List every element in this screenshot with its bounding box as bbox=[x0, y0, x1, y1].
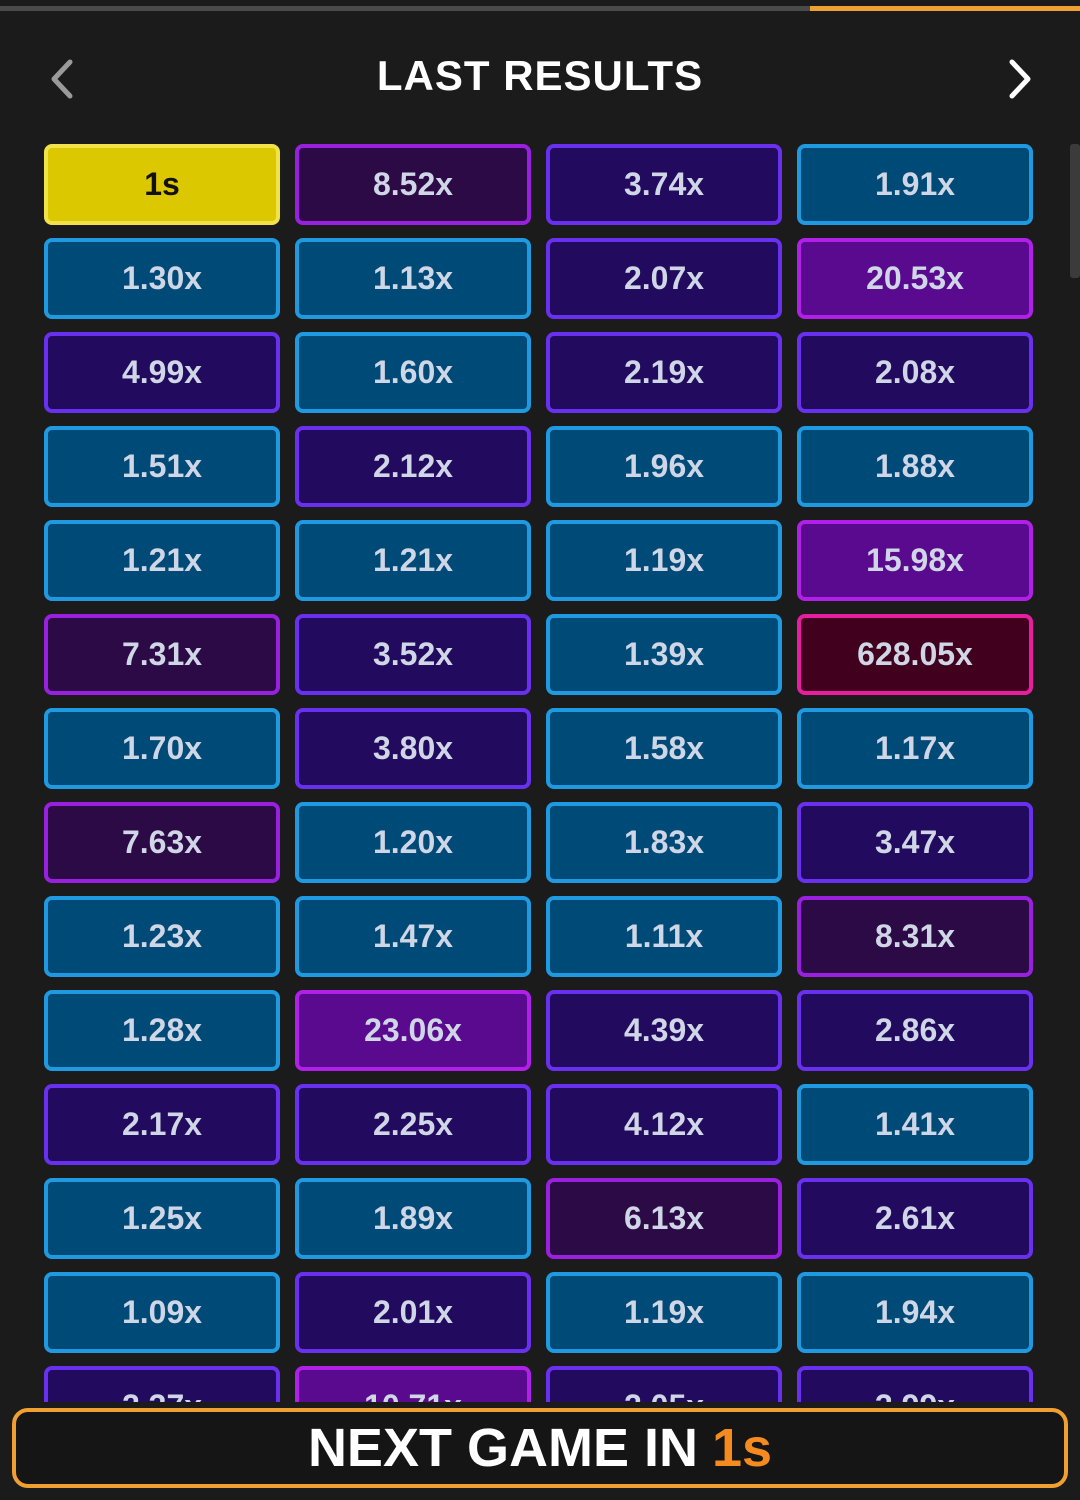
result-cell[interactable]: 1.47x bbox=[295, 896, 531, 977]
result-cell[interactable]: 3.99x bbox=[797, 1366, 1033, 1402]
result-cell[interactable]: 1.19x bbox=[546, 520, 782, 601]
result-cell[interactable]: 2.05x bbox=[546, 1366, 782, 1402]
result-cell[interactable]: 1.20x bbox=[295, 802, 531, 883]
result-cell[interactable]: 1.17x bbox=[797, 708, 1033, 789]
result-cell[interactable]: 1.91x bbox=[797, 144, 1033, 225]
result-cell[interactable]: 1.30x bbox=[44, 238, 280, 319]
scrollbar[interactable] bbox=[1070, 144, 1080, 278]
result-cell[interactable]: 2.12x bbox=[295, 426, 531, 507]
result-cell[interactable]: 8.31x bbox=[797, 896, 1033, 977]
results-grid-viewport[interactable]: 1s 8.52x 3.74x 1.91x 1.30x 1.13x 2.07x 20.53x 4.… bbox=[44, 144, 1038, 1402]
result-cell[interactable]: 1.83x bbox=[546, 802, 782, 883]
result-cell[interactable]: 3.80x bbox=[295, 708, 531, 789]
result-cell[interactable]: 1.09x bbox=[44, 1272, 280, 1353]
result-cell[interactable]: 628.05x bbox=[797, 614, 1033, 695]
result-cell[interactable]: 1.41x bbox=[797, 1084, 1033, 1165]
last-results-screen: LAST RESULTS 1s 8.52x 3.74x 1.91x 1.30x 1.13x… bbox=[0, 0, 1080, 1500]
result-cell[interactable]: 1.21x bbox=[295, 520, 531, 601]
page-title: LAST RESULTS bbox=[376, 52, 704, 99]
result-cell[interactable]: 2.17x bbox=[44, 1084, 280, 1165]
result-cell[interactable]: 1s bbox=[44, 144, 280, 225]
result-cell[interactable]: 10.71x bbox=[295, 1366, 531, 1402]
result-cell[interactable]: 2.61x bbox=[797, 1178, 1033, 1259]
chevron-right-icon[interactable] bbox=[1000, 54, 1040, 104]
result-cell[interactable]: 8.52x bbox=[295, 144, 531, 225]
result-cell[interactable]: 4.12x bbox=[546, 1084, 782, 1165]
next-game-banner: NEXT GAME IN 1s bbox=[12, 1408, 1068, 1488]
result-cell[interactable]: 2.08x bbox=[797, 332, 1033, 413]
next-game-countdown: 1s bbox=[711, 1418, 773, 1478]
result-cell[interactable]: 1.21x bbox=[44, 520, 280, 601]
result-cell[interactable]: 1.88x bbox=[797, 426, 1033, 507]
results-grid: 1s 8.52x 3.74x 1.91x 1.30x 1.13x 2.07x 20.53x 4.… bbox=[44, 144, 1038, 1402]
result-cell[interactable]: 20.53x bbox=[797, 238, 1033, 319]
result-cell[interactable]: 1.94x bbox=[797, 1272, 1033, 1353]
result-cell[interactable]: 3.52x bbox=[295, 614, 531, 695]
result-cell[interactable]: 2.01x bbox=[295, 1272, 531, 1353]
result-cell[interactable]: 2.25x bbox=[295, 1084, 531, 1165]
result-cell[interactable]: 1.19x bbox=[546, 1272, 782, 1353]
result-cell[interactable]: 3.74x bbox=[546, 144, 782, 225]
result-cell[interactable]: 15.98x bbox=[797, 520, 1033, 601]
bottom-bar: NEXT GAME IN 1s bbox=[0, 1404, 1080, 1500]
result-cell[interactable]: 1.51x bbox=[44, 426, 280, 507]
result-cell[interactable]: 4.99x bbox=[44, 332, 280, 413]
result-cell[interactable]: 1.13x bbox=[295, 238, 531, 319]
result-cell[interactable]: 1.11x bbox=[546, 896, 782, 977]
next-game-label: NEXT GAME IN bbox=[307, 1418, 698, 1478]
result-cell[interactable]: 2.37x bbox=[44, 1366, 280, 1402]
result-cell[interactable]: 2.07x bbox=[546, 238, 782, 319]
result-cell[interactable]: 2.19x bbox=[546, 332, 782, 413]
result-cell[interactable]: 4.39x bbox=[546, 990, 782, 1071]
result-cell[interactable]: 3.47x bbox=[797, 802, 1033, 883]
result-cell[interactable]: 1.96x bbox=[546, 426, 782, 507]
result-cell[interactable]: 1.89x bbox=[295, 1178, 531, 1259]
result-cell[interactable]: 2.86x bbox=[797, 990, 1033, 1071]
header: LAST RESULTS bbox=[0, 40, 1080, 120]
result-cell[interactable]: 7.31x bbox=[44, 614, 280, 695]
round-progress-fill bbox=[810, 6, 1080, 11]
result-cell[interactable]: 1.28x bbox=[44, 990, 280, 1071]
result-cell[interactable]: 6.13x bbox=[546, 1178, 782, 1259]
round-progress-track bbox=[0, 6, 810, 11]
result-cell[interactable]: 1.23x bbox=[44, 896, 280, 977]
result-cell[interactable]: 1.60x bbox=[295, 332, 531, 413]
result-cell[interactable]: 23.06x bbox=[295, 990, 531, 1071]
result-cell[interactable]: 1.39x bbox=[546, 614, 782, 695]
result-cell[interactable]: 7.63x bbox=[44, 802, 280, 883]
result-cell[interactable]: 1.58x bbox=[546, 708, 782, 789]
result-cell[interactable]: 1.25x bbox=[44, 1178, 280, 1259]
result-cell[interactable]: 1.70x bbox=[44, 708, 280, 789]
